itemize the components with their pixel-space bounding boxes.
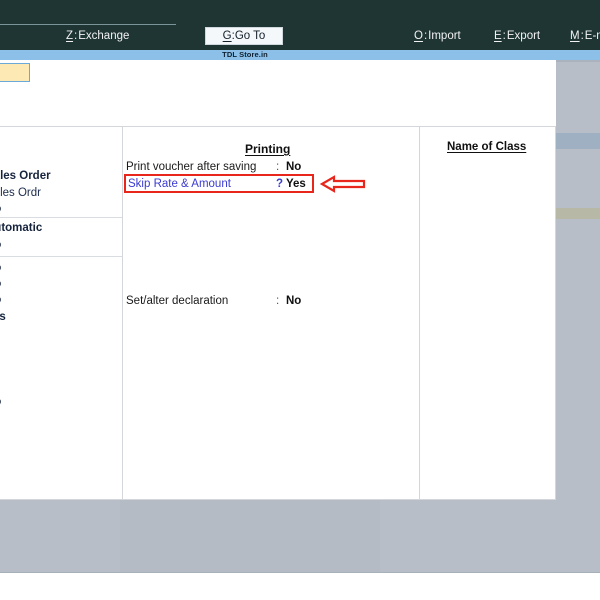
menu-item-export[interactable]: E:Export <box>494 30 540 42</box>
title-strip <box>0 0 600 22</box>
left-row-value[interactable]: Automatic <box>0 222 42 235</box>
field-separator: : <box>276 161 280 173</box>
menu-item-export-label: Export <box>506 30 541 42</box>
field-separator: : <box>276 295 280 307</box>
menu-item-exchange-label: Exchange <box>78 30 130 42</box>
field-label: Print voucher after saving <box>126 161 257 173</box>
left-row-value[interactable]: No <box>0 396 1 409</box>
tally-configuration-screen: Z:Exchange G:Go To O:Import E:Export M:E… <box>0 0 600 600</box>
left-column-separator <box>0 256 122 257</box>
printing-heading: Printing <box>245 142 291 156</box>
callout-arrow-icon <box>320 175 366 193</box>
menu-item-email-label: E-m <box>584 30 600 42</box>
right-sidebar-band-highlight[interactable] <box>556 208 600 219</box>
menu-item-import-key: O <box>414 30 423 42</box>
field-label: Set/alter declaration <box>126 295 229 307</box>
go-to-button-label: Go To <box>234 30 266 42</box>
menu-item-export-key: E <box>494 30 502 42</box>
go-to-button-key: G <box>222 30 232 42</box>
name-of-class-heading: Name of Class <box>447 141 527 153</box>
left-values-column: Sales Order Sales Ordr No Automatic No N… <box>0 126 122 500</box>
menu-item-email-key: M <box>570 30 580 42</box>
right-sidebar-top-edge <box>556 60 600 62</box>
bottom-bar-left <box>0 500 120 572</box>
left-column-separator <box>0 217 122 218</box>
menu-divider-line <box>0 24 176 25</box>
go-to-button[interactable]: G:Go To <box>205 27 283 45</box>
bottom-bar-right <box>380 500 600 572</box>
field-print-voucher-after-saving[interactable]: Print voucher after saving : No <box>126 161 301 174</box>
left-row-value[interactable]: Yes <box>0 311 6 324</box>
left-row-value[interactable]: No <box>0 203 1 216</box>
highlight-box <box>124 174 314 193</box>
right-sidebar-band-selected[interactable] <box>556 133 600 149</box>
field-value: No <box>286 161 302 173</box>
bottom-whitespace <box>0 573 600 600</box>
left-row-value[interactable]: No <box>0 239 1 252</box>
field-value: No <box>286 295 302 307</box>
left-row-value[interactable]: Sales Ordr <box>0 187 41 200</box>
left-row-value[interactable]: Sales Order <box>0 170 51 183</box>
panel-divider-left <box>122 126 123 500</box>
name-input-field[interactable] <box>0 63 30 82</box>
info-band-label: TDL Store.in <box>222 50 268 59</box>
menu-item-exchange-key: Z <box>66 30 74 42</box>
bottom-bar-center <box>120 500 380 572</box>
menu-item-email[interactable]: M:E-m <box>570 30 600 42</box>
left-row-value[interactable]: No <box>0 278 1 291</box>
right-sidebar[interactable] <box>556 60 600 500</box>
left-row-value[interactable]: No <box>0 262 1 275</box>
menu-item-import-label: Import <box>428 30 461 42</box>
field-set-alter-declaration[interactable]: Set/alter declaration : No <box>126 295 301 308</box>
left-row-value[interactable]: No <box>0 294 1 307</box>
menu-item-import[interactable]: O:Import <box>414 30 461 42</box>
panel-divider-right <box>419 126 420 500</box>
menu-item-exchange[interactable]: Z:Exchange <box>66 30 129 42</box>
